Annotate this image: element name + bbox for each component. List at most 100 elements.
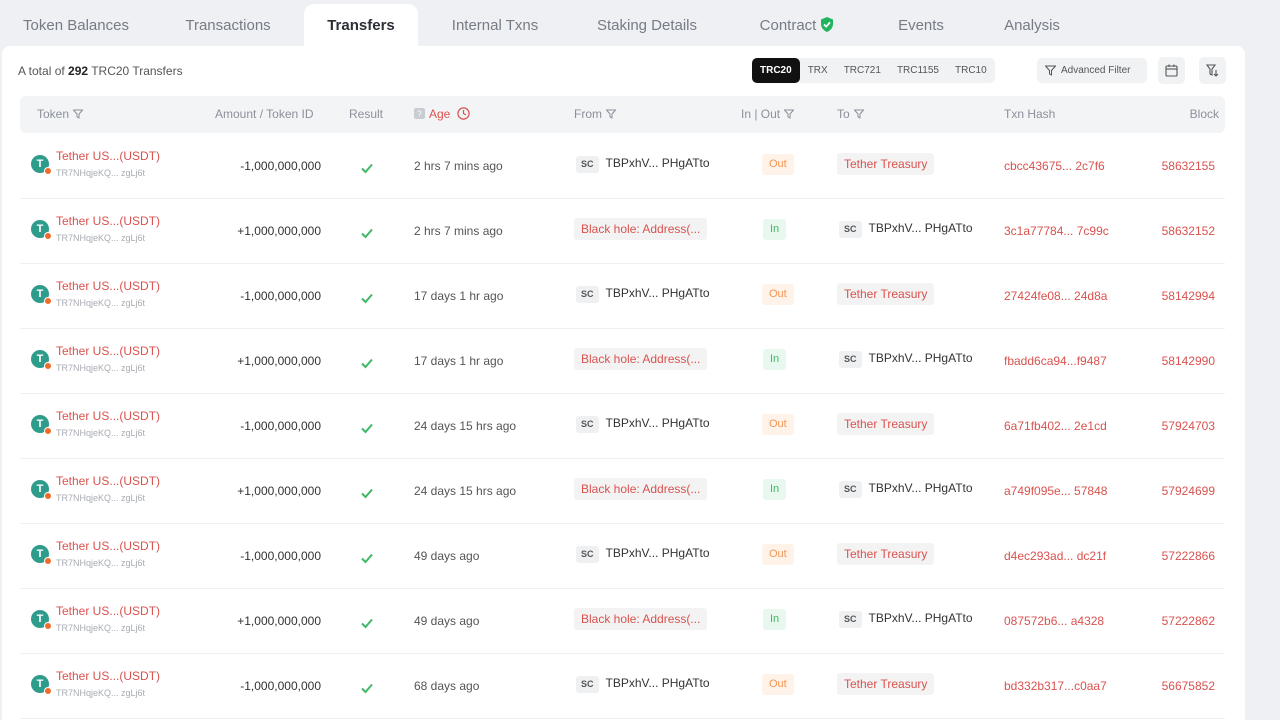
funnel-icon[interactable] [853,97,865,134]
token-contract[interactable]: TR7NHqjeKQ... zgLj6t [56,623,145,633]
token-name[interactable]: Tether US...(USDT) [56,344,160,358]
token-contract[interactable]: TR7NHqjeKQ... zgLj6t [56,298,145,308]
txn-hash-link[interactable]: fbadd6ca94...f9487 [1004,354,1107,368]
to-address[interactable]: SC TBPxhV... PHgATto [839,481,973,498]
table-row: T Tether US...(USDT) TR7NHqjeKQ... zgLj6t +… [20,459,1225,524]
from-address[interactable]: SC TBPxhV... PHgATto [576,676,710,693]
column-block: Block [1189,107,1219,121]
direction-badge: Out [762,414,794,435]
token-name[interactable]: Tether US...(USDT) [56,474,160,488]
token-name[interactable]: Tether US...(USDT) [56,604,160,618]
funnel-icon[interactable] [605,97,617,134]
tab-events[interactable]: Events [878,4,964,48]
funnel-icon[interactable] [72,97,84,134]
network-badge-icon [44,687,52,695]
token-name[interactable]: Tether US...(USDT) [56,669,160,683]
txn-hash-link[interactable]: 087572b6... a4328 [1004,614,1104,628]
tab-transactions[interactable]: Transactions [160,4,296,48]
block-link[interactable]: 56675852 [1162,679,1215,693]
block-link[interactable]: 57924699 [1162,484,1215,498]
to-address[interactable]: Tether Treasury [837,413,935,435]
question-icon: ? [414,107,429,121]
column-from[interactable]: From [574,96,617,134]
from-address-text: TBPxhV... PHgATto [605,416,710,430]
token-name[interactable]: Tether US...(USDT) [56,279,160,293]
from-address[interactable]: Black hole: Address(... [574,348,708,370]
from-address[interactable]: SC TBPxhV... PHgATto [576,416,710,433]
filter-trc721[interactable]: TRC721 [836,58,889,83]
tab-transfers[interactable]: Transfers [304,4,418,48]
txn-hash-link[interactable]: 3c1a77784... 7c99c [1004,224,1109,238]
table-row: T Tether US...(USDT) TR7NHqjeKQ... zgLj6t +… [20,199,1225,264]
from-address[interactable]: SC TBPxhV... PHgATto [576,156,710,173]
sc-badge: SC [576,416,599,433]
token-contract[interactable]: TR7NHqjeKQ... zgLj6t [56,363,145,373]
amount: -1,000,000,000 [240,419,321,433]
block-link[interactable]: 57222866 [1162,549,1215,563]
block-link[interactable]: 57924703 [1162,419,1215,433]
to-address[interactable]: Tether Treasury [837,283,935,305]
block-link[interactable]: 58632152 [1162,224,1215,238]
from-address[interactable]: SC TBPxhV... PHgATto [576,546,710,563]
txn-hash-link[interactable]: 27424fe08... 24d8a [1004,289,1107,303]
token-name[interactable]: Tether US...(USDT) [56,539,160,553]
advanced-filter-button[interactable]: Advanced Filter [1037,58,1147,83]
column-age[interactable]: ? Age [414,96,470,133]
from-address[interactable]: Black hole: Address(... [574,218,708,240]
filter-trx[interactable]: TRX [800,58,836,83]
column-to[interactable]: To [837,96,865,134]
block-link[interactable]: 57222862 [1162,614,1215,628]
token-contract[interactable]: TR7NHqjeKQ... zgLj6t [56,168,145,178]
token-contract[interactable]: TR7NHqjeKQ... zgLj6t [56,233,145,243]
from-address-text: TBPxhV... PHgATto [605,546,710,560]
tab-contract[interactable]: Contract [738,4,856,48]
filter-trc20[interactable]: TRC20 [752,58,800,83]
token-name[interactable]: Tether US...(USDT) [56,214,160,228]
txn-hash-link[interactable]: a749f095e... 57848 [1004,484,1107,498]
to-address[interactable]: Tether Treasury [837,673,935,695]
to-address[interactable]: SC TBPxhV... PHgATto [839,221,973,238]
token-type-filter: TRC20 TRX TRC721 TRC1155 TRC10 [752,58,995,83]
to-address[interactable]: Tether Treasury [837,153,935,175]
to-address[interactable]: SC TBPxhV... PHgATto [839,351,973,368]
token-contract[interactable]: TR7NHqjeKQ... zgLj6t [56,688,145,698]
txn-hash-link[interactable]: d4ec293ad... dc21f [1004,549,1106,563]
from-address[interactable]: Black hole: Address(... [574,478,708,500]
to-address[interactable]: SC TBPxhV... PHgATto [839,611,973,628]
tab-analysis[interactable]: Analysis [986,4,1078,48]
to-address[interactable]: Tether Treasury [837,543,935,565]
tab-internal-txns[interactable]: Internal Txns [434,4,556,48]
token-name[interactable]: Tether US...(USDT) [56,409,160,423]
sc-badge: SC [576,676,599,693]
txn-hash-link[interactable]: 6a71fb402... 2e1cd [1004,419,1107,433]
token-contract[interactable]: TR7NHqjeKQ... zgLj6t [56,558,145,568]
filter-trc10[interactable]: TRC10 [947,58,995,83]
age: 17 days 1 hr ago [414,354,504,368]
filter-trc1155[interactable]: TRC1155 [889,58,947,83]
txn-hash-link[interactable]: bd332b317...c0aa7 [1004,679,1107,693]
calendar-button[interactable] [1158,57,1185,84]
from-address-text: TBPxhV... PHgATto [605,156,710,170]
block-link[interactable]: 58632155 [1162,159,1215,173]
column-to-label: To [837,107,850,121]
summary-suffix: TRC20 Transfers [91,64,183,78]
tab-token-balances[interactable]: Token Balances [8,4,144,48]
txn-hash-link[interactable]: cbcc43675... 2c7f6 [1004,159,1105,173]
from-address-text: TBPxhV... PHgATto [605,676,710,690]
age: 17 days 1 hr ago [414,289,504,303]
funnel-icon[interactable] [783,97,795,134]
block-link[interactable]: 58142990 [1162,354,1215,368]
from-address[interactable]: SC TBPxhV... PHgATto [576,286,710,303]
network-badge-icon [44,427,52,435]
column-in-out[interactable]: In | Out [741,96,795,134]
token-contract[interactable]: TR7NHqjeKQ... zgLj6t [56,493,145,503]
tab-staking-details[interactable]: Staking Details [584,4,710,48]
token-contract[interactable]: TR7NHqjeKQ... zgLj6t [56,428,145,438]
column-token[interactable]: Token [37,96,84,134]
token-name[interactable]: Tether US...(USDT) [56,149,160,163]
block-link[interactable]: 58142994 [1162,289,1215,303]
from-address[interactable]: Black hole: Address(... [574,608,708,630]
clock-icon[interactable] [454,107,470,121]
export-button[interactable] [1199,57,1226,84]
to-address-text: TBPxhV... PHgATto [868,611,973,625]
